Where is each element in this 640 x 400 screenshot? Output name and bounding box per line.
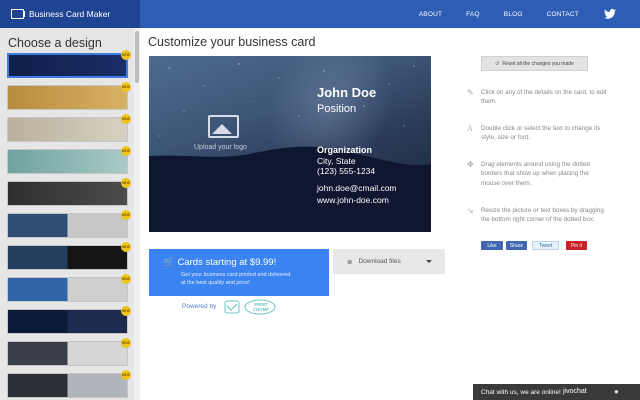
tweet-label: Tweet — [538, 242, 553, 249]
tip-edit: Click on any of the details on the card,… — [481, 88, 631, 107]
nav-link-about[interactable]: ABOUT — [419, 11, 442, 18]
order-cards-button[interactable]: 🛒 Cards starting at $9.99! Get your busi… — [149, 249, 329, 296]
card-city[interactable]: City, State — [317, 156, 356, 166]
sidebar-title: Choose a design — [8, 36, 102, 50]
card-organization[interactable]: Organization — [317, 145, 372, 155]
new-badge: NEW — [121, 178, 131, 188]
tip-line: Double click or select the text to chang… — [481, 125, 601, 132]
design-thumbnail-night-sky[interactable] — [7, 53, 128, 78]
pencil-icon: ✎ — [467, 88, 474, 97]
business-card-icon — [11, 9, 25, 19]
top-navbar: Business Card Maker ABOUT FAQ BLOG CONTA… — [0, 0, 640, 28]
nav-link-faq[interactable]: FAQ — [466, 11, 480, 18]
reset-changes-button[interactable]: ↺ Reset all the changes you made — [481, 56, 588, 71]
new-badge: NEW — [121, 274, 131, 284]
business-card-preview[interactable]: Upload your logo John Doe Position Organ… — [149, 56, 431, 232]
pinterest-button[interactable]: Pin it — [566, 241, 587, 250]
chevron-down-icon[interactable] — [426, 260, 432, 263]
facebook-like-button[interactable]: Like — [481, 241, 503, 250]
new-badge: NEW — [121, 146, 131, 156]
card-email[interactable]: john.doe@cmail.com — [317, 183, 397, 193]
page-title: Customize your business card — [148, 35, 316, 49]
share-label: Share — [509, 242, 524, 249]
sidebar-scrollbar[interactable] — [134, 28, 140, 400]
new-badge: NEW — [121, 338, 131, 348]
reset-label: Reset all the changes you made — [502, 60, 574, 67]
sidebar-scroll-thumb[interactable] — [135, 31, 139, 83]
card-website[interactable]: www.john-doe.com — [317, 195, 389, 205]
tip-line: Resize the picture or text boxes by drag… — [481, 207, 604, 214]
card-hill-silhouette — [149, 63, 431, 232]
download-label: Download files — [358, 258, 401, 265]
new-badge: NEW — [121, 242, 131, 252]
tip-line: Drag elements around using the dotted — [481, 161, 590, 168]
download-icon: ⊕ — [347, 258, 353, 266]
nav-link-blog[interactable]: BLOG — [504, 11, 523, 18]
move-icon: ✥ — [467, 160, 474, 169]
image-placeholder-icon — [208, 115, 239, 138]
new-badge: NEW — [121, 210, 131, 220]
new-badge: NEW — [121, 82, 131, 92]
brand[interactable]: Business Card Maker — [0, 0, 140, 28]
brand-name: Business Card Maker — [29, 9, 111, 19]
facebook-share-button[interactable]: Share — [506, 241, 527, 250]
card-phone[interactable]: (123) 555-1234 — [317, 166, 375, 176]
design-thumbnail-milky-way-silver[interactable] — [7, 213, 128, 238]
pin-label: Pin it — [570, 242, 583, 249]
cart-icon: 🛒 — [163, 257, 175, 268]
cta-line-1: Get your business card printed and deliv… — [181, 272, 291, 278]
tip-line: borders that show up when placing the — [481, 170, 589, 178]
design-thumbnail-beige[interactable] — [7, 117, 128, 142]
card-name[interactable]: John Doe — [317, 85, 376, 100]
chat-brand: jivochat — [563, 388, 587, 395]
tip-line: Click on any of the details on the card,… — [481, 89, 607, 96]
tip-drag: Drag elements around using the dotted bo… — [481, 160, 631, 188]
tip-line: mouse over them. — [481, 179, 532, 187]
cta-line-2: at the best quality and price! — [181, 279, 250, 286]
nav-link-contact[interactable]: CONTACT — [547, 11, 579, 18]
upload-logo-label: Upload your logo — [194, 144, 247, 151]
font-icon: A — [467, 124, 473, 133]
like-label: Like — [487, 242, 497, 249]
tip-line: them. — [481, 98, 497, 106]
design-thumbnail-night-hills[interactable] — [7, 309, 128, 334]
cta-title-text: Cards starting at $9.99! — [177, 257, 277, 268]
design-thumbnail-city-gold[interactable] — [7, 373, 128, 398]
download-files-button[interactable]: ⊕ Download files — [333, 249, 445, 274]
live-chat-widget[interactable]: Chat with us, we are online! jivochat ● — [473, 384, 640, 400]
tip-line: style, size or font. — [481, 134, 530, 142]
design-thumbnail-stars-silver[interactable] — [7, 277, 128, 302]
cta-title: 🛒 Cards starting at $9.99! — [163, 257, 276, 268]
tweet-button[interactable]: Tweet — [532, 241, 559, 250]
card-position[interactable]: Position — [317, 103, 356, 115]
twitter-icon[interactable] — [604, 9, 616, 19]
tip-font: Double click or select the text to chang… — [481, 124, 631, 143]
design-thumbnail-charcoal[interactable] — [7, 181, 128, 206]
chat-text: Chat with us, we are online! — [481, 388, 561, 396]
new-badge: NEW — [121, 114, 131, 124]
new-badge: NEW — [121, 50, 131, 60]
tip-resize: Resize the picture or text boxes by drag… — [481, 206, 631, 225]
design-thumbnail-city-silver[interactable] — [7, 341, 128, 366]
new-badge: NEW — [121, 370, 131, 380]
printchomp-logo-text: PRINT CHOMP — [252, 302, 270, 312]
tip-line: the bottom right corner of the dotted bo… — [481, 216, 595, 224]
nav-links: ABOUT FAQ BLOG CONTACT — [395, 0, 616, 28]
design-thumbnail-gold[interactable] — [7, 85, 128, 110]
chat-bubble-icon: ● — [614, 387, 619, 396]
design-thumbnail-milky-way-dark[interactable] — [7, 245, 128, 270]
new-badge: NEW — [121, 306, 131, 316]
cta-subtitle: Get your business card printed and deliv… — [181, 272, 290, 287]
undo-icon: ↺ — [495, 60, 500, 67]
powered-by-label: Powered by — [182, 303, 217, 310]
resize-icon: ↘ — [467, 206, 474, 215]
design-thumbnail-teal[interactable] — [7, 149, 128, 174]
